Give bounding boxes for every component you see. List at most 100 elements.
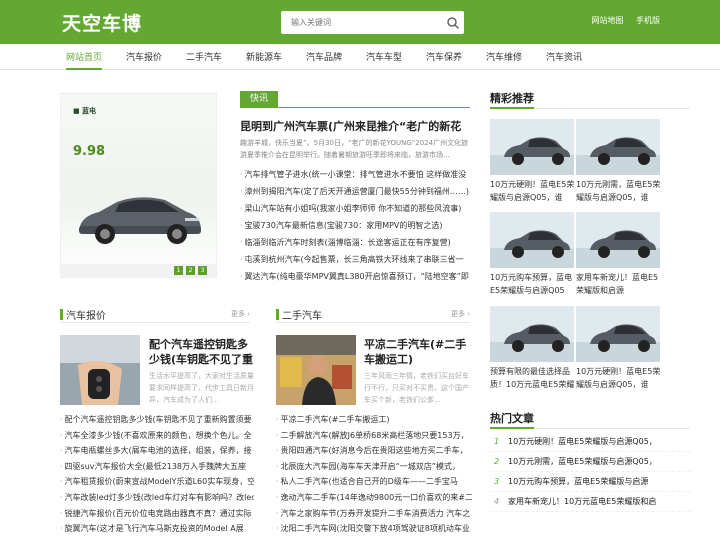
news-flash-tag: 快讯 xyxy=(240,91,278,108)
nav-item-ev[interactable]: 新能源车 xyxy=(246,50,282,70)
used-section-header: 二手汽车 更多 › xyxy=(276,307,470,323)
featured-caption[interactable]: 10万元硬刚！蓝电E5荣耀版与启源Q05，谁 xyxy=(576,365,662,391)
list-item[interactable]: 二手解放汽车(解放J6单桥68米高栏落地只要153万， xyxy=(276,428,472,444)
list-item[interactable]: 宝骏730汽车最新信息(宝骏730：家用MPV的明智之选) xyxy=(240,217,472,234)
nav-item-maintain[interactable]: 汽车保养 xyxy=(426,50,462,70)
list-item[interactable]: 平凉二手汽车(#二手车搬运工) xyxy=(276,412,472,428)
list-item[interactable]: 屯溪到杭州汽车(今起售票，长三角高铁大环线来了串联三省一 xyxy=(240,251,472,268)
news-flash-divider xyxy=(240,107,470,108)
featured-caption[interactable]: 预算有限的最佳选择品质！10万元蓝电E5荣耀 xyxy=(490,365,576,391)
hot-articles-title: 热门文章 xyxy=(490,412,534,425)
hot-articles-list: 1 10万元硬刚！蓝电E5荣耀版与启源Q05， 2 10万元刚需，蓝电E5荣耀版与启… xyxy=(490,432,690,512)
rank-number: 3 xyxy=(494,477,500,486)
rank-number: 4 xyxy=(494,497,500,506)
hot-article-item[interactable]: 2 10万元刚需，蓝电E5荣耀版与启源Q05， xyxy=(490,452,690,472)
list-item[interactable]: 漳州到揭阳汽车(定了后天开通运营厦门最快55分钟到福州……) xyxy=(240,183,472,200)
search-box xyxy=(281,11,464,34)
list-item[interactable]: 汽车全漆多少钱(不喜欢原来的颜色，想换个色儿。全 xyxy=(60,428,254,444)
used-feature-title[interactable]: 平凉二手汽车(#二手车搬运工) xyxy=(364,337,472,367)
site-header: 天空车博 网站地图 手机版 xyxy=(0,0,720,44)
section-accent xyxy=(60,309,63,320)
hot-article-item[interactable]: 1 10万元硬刚！蓝电E5荣耀版与启源Q05， xyxy=(490,432,690,452)
slider-page-1[interactable]: 1 xyxy=(174,266,183,275)
news-flash-headline[interactable]: 昆明到广州汽车票(广州来昆推介“老广的新花 xyxy=(240,118,472,134)
list-item[interactable]: 翼达汽车(纯电豪华MPV翼真L380开启惊喜预订，“陆地空客”即 xyxy=(240,268,472,285)
price-feature-title[interactable]: 配个汽车遥控钥匙多少钱(车钥匙不见了重新购 xyxy=(149,337,254,367)
hot-article-title: 10万元刚需，蓝电E5荣耀版与启源Q05， xyxy=(508,457,657,466)
slider-pagination: 123 xyxy=(174,261,210,275)
list-item[interactable]: 逸动汽车二手车(14年逸动9800元一口价喜欢的来#二 xyxy=(276,490,472,506)
slider-page-3[interactable]: 3 xyxy=(198,266,207,275)
list-item[interactable]: 梁山汽车站有小姐吗(我家小姐李师师 你不知道的那些风流事) xyxy=(240,200,472,217)
list-item[interactable]: 北辰庞大汽车园(海车车天津开启“一城双店”模式， xyxy=(276,459,472,475)
used-feature-summary: 三年风雨三年情，老铁们买台好车行不行，只买对不买贵。这个国产车买个新，老铁们公爹… xyxy=(364,372,469,404)
banner-slider[interactable]: ■ 蓝电 9.98 123 xyxy=(60,93,217,278)
slider-page-2[interactable]: 2 xyxy=(186,266,195,275)
search-input[interactable] xyxy=(281,11,441,34)
mobile-link[interactable]: 手机版 xyxy=(636,16,660,25)
rank-number: 2 xyxy=(494,457,500,466)
hot-article-title: 家用车新宠儿！10万元蓝电E5荣耀版和启 xyxy=(508,497,657,506)
more-link[interactable]: 更多 › xyxy=(451,309,470,319)
featured-thumbnail[interactable] xyxy=(576,212,660,268)
hot-accent xyxy=(490,427,534,429)
featured-caption[interactable]: 10万元硬刚！蓝电E5荣耀版与启源Q05，谁 xyxy=(490,178,576,204)
price-feature-summary: 生活水平提高了，大家对生活质量要求同样提高了，代步工具日新月异，汽车成为了人们.… xyxy=(149,372,254,404)
hot-article-item[interactable]: 3 10万元购车预算，蓝电E5荣耀版与启源 xyxy=(490,472,690,492)
used-car-image[interactable] xyxy=(276,335,356,405)
hot-article-title: 10万元硬刚！蓝电E5荣耀版与启源Q05， xyxy=(508,437,657,446)
search-icon[interactable] xyxy=(446,16,460,30)
list-item[interactable]: 旋翼汽车(这才是飞行汽车马斯克投资的Model A展 xyxy=(60,521,254,537)
list-item[interactable]: 临淄到临沂汽车时刻表(淄博临淄：长途客运正在有序复营) xyxy=(240,234,472,251)
featured-thumbnail[interactable] xyxy=(490,119,574,175)
featured-caption[interactable]: 10万元刚需，蓝电E5荣耀版与启源Q05，谁 xyxy=(576,178,662,204)
list-item[interactable]: 汽车排气管子进水(统一小课堂：排气管进水不要怕 这样做准没 xyxy=(240,166,472,183)
list-item[interactable]: 汽车之家购车节(万券开发提升二手车消费活力 汽车之 xyxy=(276,506,472,522)
banner-image: ■ 蓝电 9.98 xyxy=(61,94,216,277)
sitemap-link[interactable]: 网站地图 xyxy=(591,16,623,25)
list-item[interactable]: 贵阳四通汽车(好消息今后在贵阳这些地方买二手车， xyxy=(276,443,472,459)
car-image xyxy=(79,197,201,244)
featured-caption[interactable]: 家用车新宠儿！蓝电E5荣耀版和启源 xyxy=(576,271,662,297)
banner-logo-mark: ■ 蓝电 xyxy=(73,107,97,115)
list-item[interactable]: 汽车租赁报价(蔚来宣战ModelY乐道L60实车现身，空 xyxy=(60,474,254,490)
nav-item-brand[interactable]: 汽车品牌 xyxy=(306,50,342,70)
nav-item-news[interactable]: 汽车资讯 xyxy=(546,50,582,70)
used-list: 平凉二手汽车(#二手车搬运工) 二手解放汽车(解放J6单桥68米高栏落地只要15… xyxy=(276,412,472,537)
nav-item-repair[interactable]: 汽车维修 xyxy=(486,50,522,70)
more-link[interactable]: 更多 › xyxy=(231,309,250,319)
list-item[interactable]: 沈阳二手汽车网(沈阳交警下放4项驾驶证8项机动车业 xyxy=(276,521,472,537)
list-item[interactable]: 四驱suv汽车报价大全(最低2138万入手魏牌大五座 xyxy=(60,459,254,475)
news-flash-list: 汽车排气管子进水(统一小课堂：排气管进水不要怕 这样做准没 漳州到揭阳汽车(定了… xyxy=(240,166,472,285)
section-title: 二手汽车 xyxy=(282,311,322,322)
nav-item-model[interactable]: 汽车车型 xyxy=(366,50,402,70)
nav-item-home[interactable]: 网站首页 xyxy=(66,50,103,70)
nav-item-used[interactable]: 二手汽车 xyxy=(186,50,222,70)
car-key-image[interactable] xyxy=(60,335,140,405)
list-item[interactable]: 锐捷汽车报价(百元价位电竞路由器真不真？通过实际 xyxy=(60,506,254,522)
nav-item-price[interactable]: 汽车报价 xyxy=(126,50,162,70)
list-item[interactable]: 配个汽车遥控钥匙多少钱(车钥匙不见了重新购置须要 xyxy=(60,412,254,428)
banner-headline: 9.98 xyxy=(73,144,106,159)
list-item[interactable]: 汽车电瓶螺丝多大(屑车电池的选择，组装，保养，接 xyxy=(60,443,254,459)
hot-article-item[interactable]: 4 家用车新宠儿！10万元蓝电E5荣耀版和启 xyxy=(490,492,690,512)
price-section-header: 汽车报价 更多 › xyxy=(60,307,250,323)
price-list: 配个汽车遥控钥匙多少钱(车钥匙不见了重新购置须要 汽车全漆多少钱(不喜欢原来的颜… xyxy=(60,412,254,537)
hot-article-title: 10万元购车预算，蓝电E5荣耀版与启源 xyxy=(508,477,649,486)
header-links: 网站地图 手机版 xyxy=(581,15,660,26)
featured-thumbnail[interactable] xyxy=(576,306,660,362)
featured-thumbnail[interactable] xyxy=(490,212,574,268)
section-title: 汽车报价 xyxy=(66,311,106,322)
news-flash-summary: 趣游羊城，快乐当夏”。5月30日，“老广的新花YOUNG”2024广州文化旅游夏… xyxy=(240,139,469,159)
featured-thumbnail[interactable] xyxy=(490,306,574,362)
site-logo[interactable]: 天空车博 xyxy=(62,9,142,36)
featured-title: 精彩推荐 xyxy=(490,92,534,105)
featured-accent xyxy=(490,107,534,109)
featured-thumbnail[interactable] xyxy=(576,119,660,175)
list-item[interactable]: 私人二手汽车(也适合自己开的D级车——二手宝马 xyxy=(276,474,472,490)
main-nav: 网站首页 汽车报价 二手汽车 新能源车 汽车品牌 汽车车型 汽车保养 汽车维修 … xyxy=(0,44,720,70)
list-item[interactable]: 汽车改装led灯多少钱(改led车灯对车有影响吗？改led xyxy=(60,490,254,506)
rank-number: 1 xyxy=(494,437,500,446)
featured-caption[interactable]: 10万元购车预算，蓝电E5荣耀版与启源Q05 xyxy=(490,271,576,297)
section-accent xyxy=(276,309,279,320)
